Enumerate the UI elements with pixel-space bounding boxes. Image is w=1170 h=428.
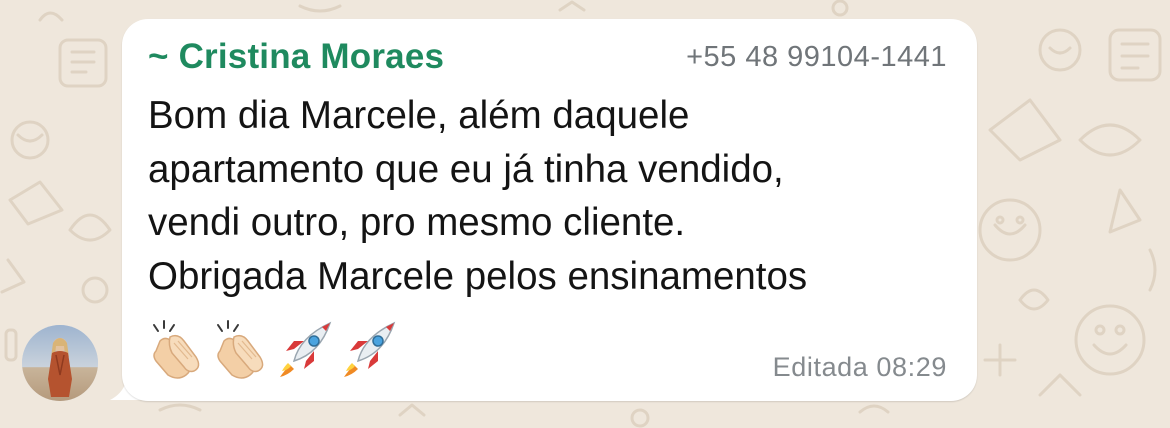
message-text: Bom dia Marcele, além daquele apartament… <box>148 89 958 303</box>
rocket-icon <box>340 319 400 379</box>
sender-avatar[interactable] <box>22 325 98 401</box>
emoji-row <box>148 319 400 381</box>
message-line: Bom dia Marcele, além daquele <box>148 94 690 137</box>
clapping-hands-icon <box>148 319 208 379</box>
message-line: Obrigada Marcele pelos ensinamentos <box>148 254 808 298</box>
sender-phone: +55 48 99104-1441 <box>686 41 947 73</box>
message-bubble[interactable]: ~ Cristina Moraes +55 48 99104-1441 Bom … <box>122 19 977 401</box>
edited-label: Editada <box>772 352 869 382</box>
rocket-icon <box>276 319 336 379</box>
message-line: vendi outro, pro mesmo cliente. <box>148 201 686 244</box>
sender-name[interactable]: ~ Cristina Moraes <box>148 37 444 77</box>
message-time: 08:29 <box>876 352 947 382</box>
user-avatar-photo-icon <box>22 325 98 401</box>
message-meta: Editada 08:29 <box>773 352 947 383</box>
clapping-hands-icon <box>212 319 272 379</box>
message-line: apartamento que eu já tinha vendido, <box>148 147 784 191</box>
